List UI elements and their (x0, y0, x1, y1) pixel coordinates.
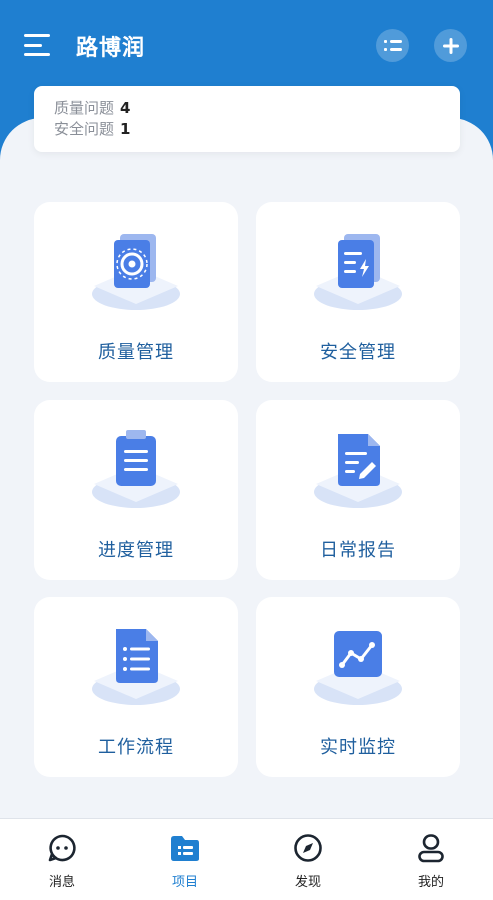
summary-label: 安全问题 (54, 120, 115, 138)
nav-item-discover[interactable]: 发现 (268, 833, 348, 890)
list-view-button[interactable] (376, 29, 409, 62)
progress-management-icon (92, 430, 180, 508)
summary-label: 质量问题 (54, 99, 115, 117)
nav-label: 发现 (294, 875, 321, 890)
profile-icon (418, 834, 444, 863)
list-icon (383, 39, 402, 51)
quality-issues-row: 质量问题 4 (54, 98, 440, 119)
tile-realtime-monitoring[interactable]: 实时监控 (256, 597, 460, 777)
daily-report-icon (314, 434, 402, 508)
page-title: 路博润 (76, 36, 146, 61)
tile-safety-management[interactable]: 安全管理 (256, 202, 460, 382)
issue-summary-card[interactable]: 质量问题 4 安全问题 1 (34, 86, 460, 152)
plus-icon (442, 37, 459, 54)
tile-label: 进度管理 (98, 540, 174, 561)
compass-icon (294, 834, 322, 862)
quality-management-icon (92, 234, 180, 310)
nav-label: 项目 (171, 875, 198, 890)
message-icon (48, 834, 76, 862)
tile-label: 安全管理 (320, 342, 396, 363)
summary-count: 1 (120, 120, 131, 138)
tile-label: 实时监控 (320, 737, 396, 758)
nav-label: 我的 (417, 875, 444, 890)
safety-management-icon (314, 234, 402, 310)
tile-label: 质量管理 (98, 342, 174, 363)
nav-item-projects[interactable]: 项目 (145, 833, 225, 890)
tile-daily-report[interactable]: 日常报告 (256, 400, 460, 580)
add-button[interactable] (434, 29, 467, 62)
realtime-monitor-icon (314, 631, 402, 705)
summary-count: 4 (120, 99, 131, 117)
bottom-navigation: 消息 项目 发现 我的 (0, 818, 493, 900)
nav-item-messages[interactable]: 消息 (22, 833, 102, 890)
menu-icon[interactable] (24, 34, 52, 56)
project-icon (171, 836, 199, 861)
tile-workflow[interactable]: 工作流程 (34, 597, 238, 777)
tile-label: 日常报告 (320, 540, 396, 561)
safety-issues-row: 安全问题 1 (54, 119, 440, 140)
tile-progress-management[interactable]: 进度管理 (34, 400, 238, 580)
tile-quality-management[interactable]: 质量管理 (34, 202, 238, 382)
tile-label: 工作流程 (98, 737, 174, 758)
workflow-icon (92, 629, 180, 705)
nav-label: 消息 (48, 875, 75, 890)
nav-item-profile[interactable]: 我的 (391, 833, 471, 890)
